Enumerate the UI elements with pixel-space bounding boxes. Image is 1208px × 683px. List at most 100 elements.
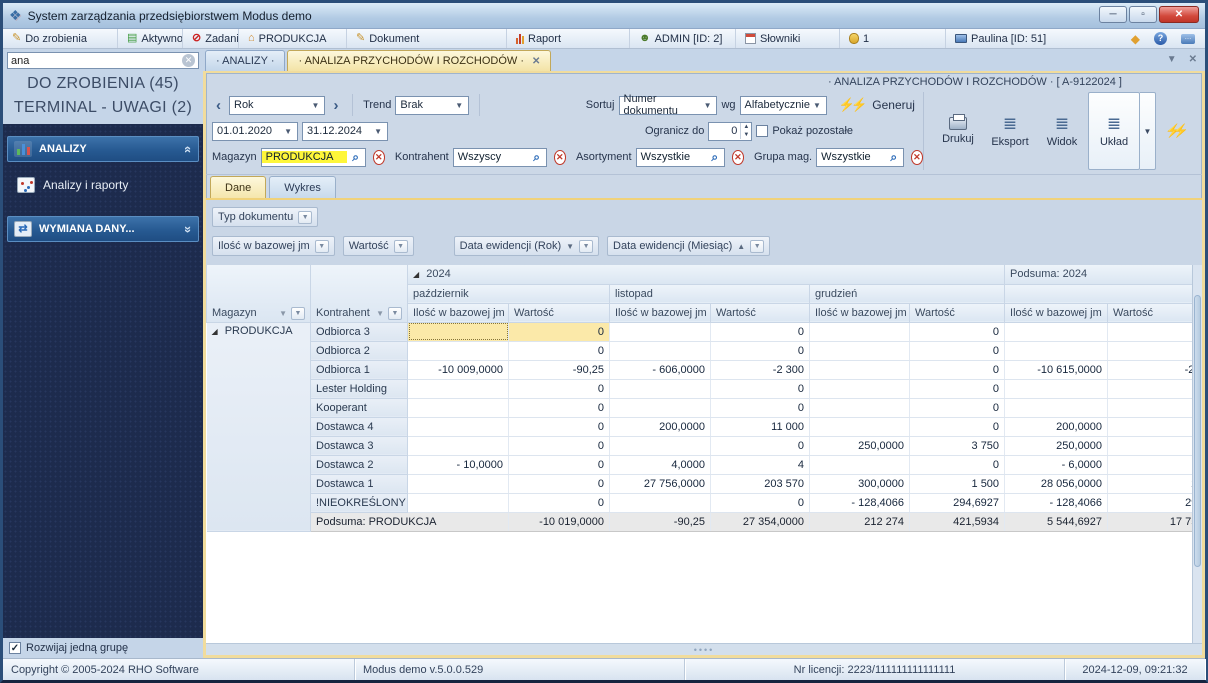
cell[interactable]	[810, 417, 910, 436]
cell[interactable]: 0	[509, 436, 610, 455]
total-cell[interactable]: -90,25	[610, 512, 711, 531]
cell[interactable]	[1005, 322, 1108, 341]
measure-header[interactable]: Wartość	[711, 303, 810, 322]
cell[interactable]: 3 750	[1108, 436, 1202, 455]
cell[interactable]: 0	[711, 341, 810, 360]
total-cell[interactable]: 17 756,5934	[1108, 512, 1202, 531]
measure-header[interactable]: Wartość	[509, 303, 610, 322]
uklad-dropdown-icon[interactable]: ▼	[1140, 92, 1156, 170]
menu-admin[interactable]: ☻ ADMIN [ID: 2]	[630, 29, 736, 48]
eksport-button[interactable]: ≣ Eksport	[984, 92, 1036, 170]
row-header[interactable]: Dostawca 2	[311, 455, 408, 474]
cell[interactable]	[810, 322, 910, 341]
cell[interactable]	[610, 322, 711, 341]
close-tab-icon[interactable]: ✕	[532, 56, 540, 67]
clear-magazyn-icon[interactable]: ✕	[373, 150, 385, 165]
cell[interactable]: 0	[509, 474, 610, 493]
refresh-button[interactable]: ⚡ ⚡	[1156, 92, 1198, 170]
row-header[interactable]: Dostawca 3	[311, 436, 408, 455]
cell[interactable]: 0	[509, 398, 610, 417]
menu-zadanie[interactable]: ⊘ Zadanie	[183, 29, 239, 48]
filter-dropdown-icon[interactable]: ▼	[291, 307, 305, 320]
month-header[interactable]: grudzień	[810, 284, 1005, 303]
previous-period-icon[interactable]: ‹	[212, 97, 225, 114]
cell[interactable]	[610, 436, 711, 455]
cell[interactable]	[408, 322, 509, 341]
wg-select[interactable]: Alfabetycznie▼	[740, 96, 827, 115]
cell[interactable]: 11 000	[711, 417, 810, 436]
generuj-button[interactable]: ⚡ ⚡ Generuj	[831, 97, 923, 113]
magnifier-icon[interactable]: ⌕	[347, 150, 365, 165]
row-header[interactable]: Kooperant	[311, 398, 408, 417]
cell[interactable]: 4,0000	[610, 455, 711, 474]
sidebar-group-analizy[interactable]: ANALIZY «	[7, 136, 199, 162]
pivot-filter-typ-dokumentu[interactable]: Typ dokumentu ▼	[212, 207, 318, 227]
pivot-data-field-ilosc[interactable]: Ilość w bazowej jm ▼	[212, 236, 335, 256]
cell[interactable]	[408, 417, 509, 436]
scrollbar-grip-icon[interactable]: ••••	[694, 647, 715, 653]
cell[interactable]: -90,25	[509, 360, 610, 379]
cell[interactable]: 0	[910, 379, 1005, 398]
column-group-2024[interactable]: ◢ 2024	[408, 265, 1005, 284]
total-cell[interactable]: 421,5934	[910, 512, 1005, 531]
cell[interactable]: - 128,4066	[810, 493, 910, 512]
drukuj-button[interactable]: Drukuj	[932, 92, 984, 170]
cell[interactable]	[408, 379, 509, 398]
collapse-triangle-icon[interactable]: ◢	[413, 270, 419, 279]
horizontal-scrollbar[interactable]: ••••	[206, 643, 1202, 655]
cell[interactable]: 0	[509, 341, 610, 360]
chevron-up-icon[interactable]: «	[185, 142, 192, 157]
search-input[interactable]	[11, 55, 182, 67]
cell[interactable]	[810, 341, 910, 360]
cell[interactable]: 0	[910, 341, 1005, 360]
cell[interactable]: 294,6927	[1108, 493, 1202, 512]
row-header[interactable]: Dostawca 1	[311, 474, 408, 493]
trend-select[interactable]: Brak▼	[395, 96, 469, 115]
measure-header[interactable]: Ilość w bazowej jm	[1005, 303, 1108, 322]
total-cell[interactable]: 212 274	[810, 512, 910, 531]
paint-bucket-icon[interactable]: ◆	[1131, 32, 1140, 46]
filter-dropdown-icon[interactable]: ▼	[579, 240, 593, 253]
magnifier-icon[interactable]: ⌕	[706, 150, 724, 165]
cell[interactable]: 4	[711, 455, 810, 474]
cell[interactable]: 0	[509, 379, 610, 398]
maximize-button[interactable]: ▫	[1129, 6, 1157, 23]
clear-kontrahent-icon[interactable]: ✕	[554, 150, 566, 165]
cell[interactable]: 0	[910, 417, 1005, 436]
menu-dokument[interactable]: ✎ Dokument	[347, 29, 507, 48]
cell[interactable]: - 6,0000	[1005, 455, 1108, 474]
menu-produkcja[interactable]: ⌂ PRODUKCJA	[239, 29, 347, 48]
cell[interactable]	[408, 493, 509, 512]
sidebar-item-analizy-i-raporty[interactable]: Analizy i raporty	[7, 172, 199, 198]
chat-icon[interactable]: …	[1181, 34, 1195, 44]
next-period-icon[interactable]: ›	[329, 97, 342, 114]
cell[interactable]: 0	[910, 360, 1005, 379]
uklad-button[interactable]: ≣ Układ	[1088, 92, 1140, 170]
filter-dropdown-icon[interactable]: ▼	[315, 240, 329, 253]
month-header[interactable]: listopad	[610, 284, 810, 303]
sidebar-header-terminal-uwagi[interactable]: TERMINAL - UWAGI (2)	[3, 96, 203, 120]
cell[interactable]: 0	[509, 455, 610, 474]
month-header[interactable]: październik	[408, 284, 610, 303]
close-button[interactable]: ✕	[1159, 6, 1199, 23]
cell[interactable]	[810, 455, 910, 474]
column-group-podsuma-2024[interactable]: Podsuma: 2024	[1005, 265, 1202, 284]
date-to-select[interactable]: 31.12.2024▼	[302, 122, 388, 141]
cell[interactable]: 0	[711, 493, 810, 512]
sidebar-group-wymiana-danych[interactable]: ⇄ WYMIANA DANY... »	[7, 216, 199, 242]
pivot-col-field-rok[interactable]: Data ewidencji (Rok) ▼ ▼	[454, 236, 599, 256]
menu-do-zrobienia[interactable]: ✎ Do zrobienia	[3, 29, 118, 48]
cell[interactable]: 4	[1108, 455, 1202, 474]
cell[interactable]: 0	[711, 379, 810, 398]
cell[interactable]	[810, 360, 910, 379]
cell[interactable]: 0	[1108, 341, 1202, 360]
total-cell[interactable]: -10 019,0000	[509, 512, 610, 531]
cell[interactable]: 11 000	[1108, 417, 1202, 436]
filter-dropdown-icon[interactable]: ▼	[298, 211, 312, 224]
kontrahent-lookup[interactable]: Wszyscy ⌕	[453, 148, 547, 167]
help-icon[interactable]: ?	[1154, 32, 1167, 45]
cell[interactable]	[610, 493, 711, 512]
pivot-data-field-wartosc[interactable]: Wartość ▼	[343, 236, 414, 256]
row-header[interactable]: !NIEOKREŚLONY	[311, 493, 408, 512]
cell[interactable]: 0	[711, 322, 810, 341]
